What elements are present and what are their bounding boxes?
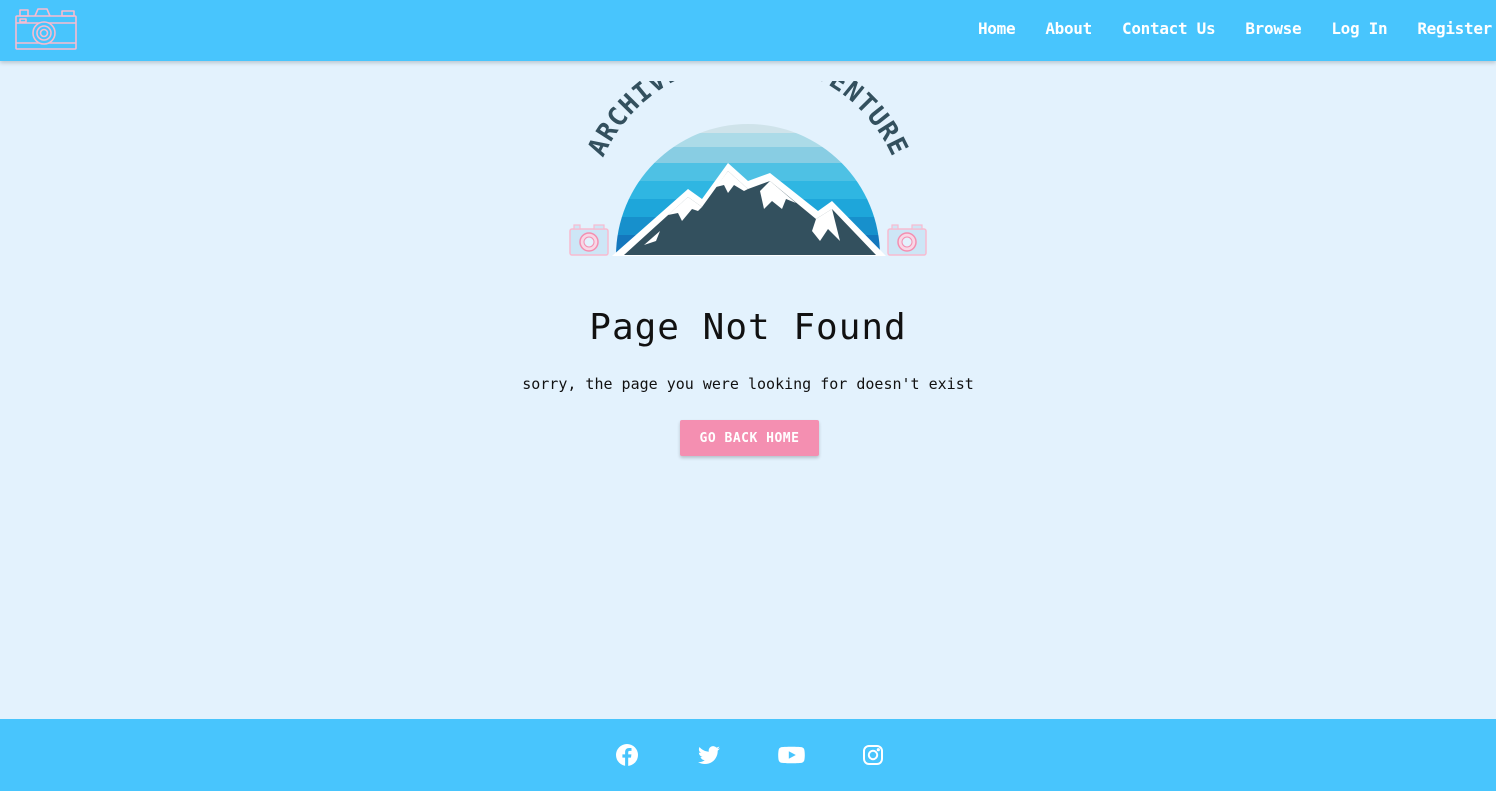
nav-browse-link[interactable]: Browse bbox=[1230, 0, 1316, 58]
navbar: Home About Contact Us Browse Log In Regi… bbox=[0, 0, 1496, 61]
facebook-link[interactable] bbox=[615, 743, 639, 767]
nav-links: Home About Contact Us Browse Log In Regi… bbox=[963, 0, 1496, 58]
page-title: Page Not Found bbox=[589, 307, 907, 348]
nav-about-link[interactable]: About bbox=[1030, 0, 1107, 58]
nav-register-link[interactable]: Register bbox=[1402, 0, 1496, 58]
twitter-icon bbox=[698, 746, 720, 764]
nav-home-link[interactable]: Home bbox=[963, 0, 1030, 58]
main-content: ARCHIVE YOUR ADVENTURE Page Not Found so… bbox=[0, 61, 1496, 719]
twitter-link[interactable] bbox=[697, 743, 721, 767]
go-back-home-button[interactable]: GO BACK HOME bbox=[680, 420, 819, 456]
youtube-icon bbox=[778, 746, 805, 764]
camera-icon bbox=[15, 8, 77, 50]
nav-contact-link[interactable]: Contact Us bbox=[1107, 0, 1230, 58]
brand-logo-link[interactable] bbox=[14, 7, 78, 51]
error-message: sorry, the page you were looking for doe… bbox=[522, 375, 974, 393]
instagram-link[interactable] bbox=[861, 743, 885, 767]
right-camera-icon bbox=[887, 224, 927, 256]
youtube-link[interactable] bbox=[778, 743, 805, 767]
footer bbox=[0, 719, 1496, 791]
facebook-icon bbox=[616, 744, 638, 766]
instagram-icon bbox=[863, 745, 883, 765]
left-camera-icon bbox=[569, 224, 609, 256]
archive-your-adventure-logo: ARCHIVE YOUR ADVENTURE bbox=[569, 81, 927, 256]
nav-login-link[interactable]: Log In bbox=[1316, 0, 1402, 58]
